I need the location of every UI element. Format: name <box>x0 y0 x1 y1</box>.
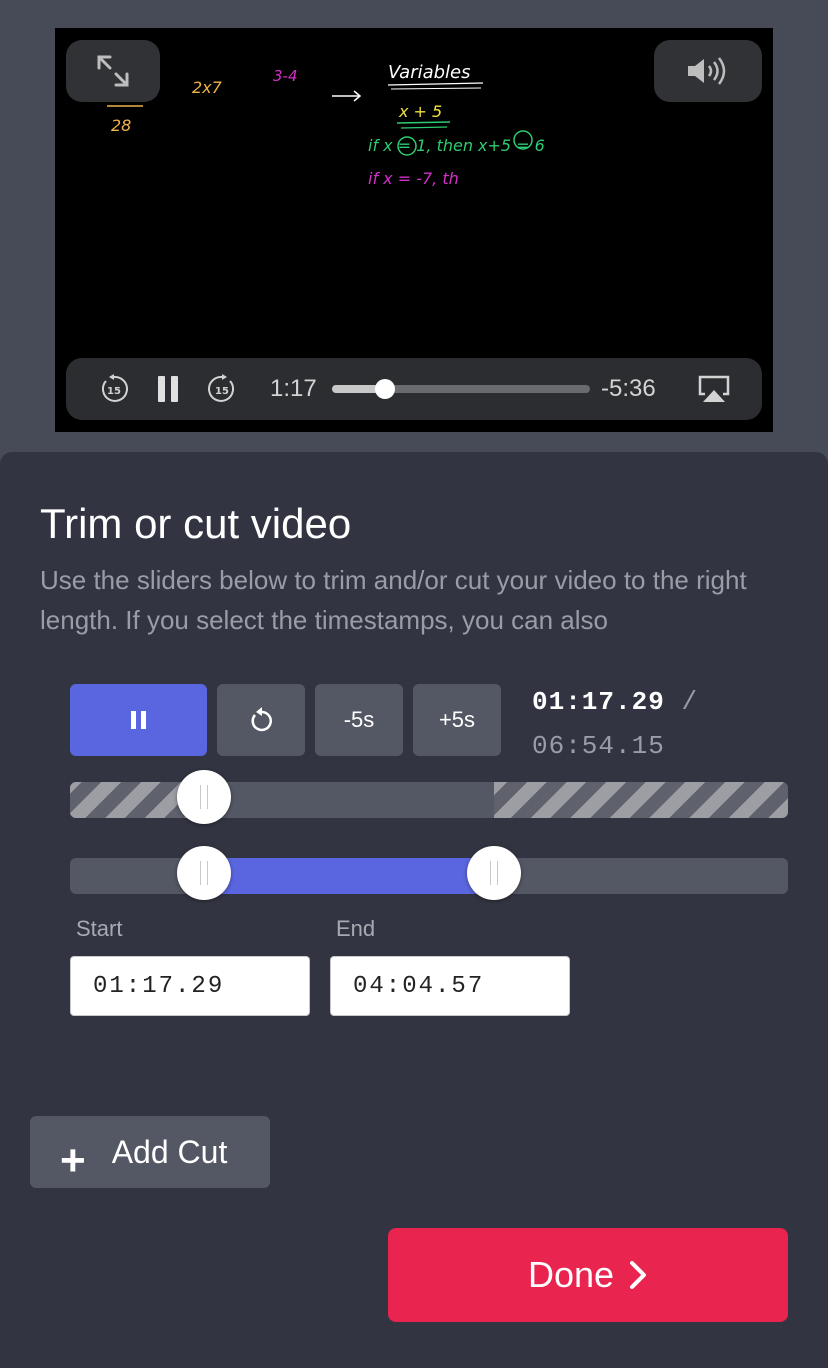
skip-forward-label: 15 <box>215 386 229 397</box>
start-time-input[interactable] <box>70 956 310 1016</box>
done-button[interactable]: Done <box>388 1228 788 1322</box>
add-cut-label: Add Cut <box>111 1133 228 1170</box>
volume-button[interactable] <box>654 40 762 102</box>
end-label: End <box>336 916 376 941</box>
volume-icon <box>688 57 726 85</box>
total-time: 06:54.15 <box>532 731 665 761</box>
board-line1-underline2 <box>400 126 448 129</box>
chevron-right-icon <box>630 1261 647 1289</box>
elapsed-time: 1:17 <box>270 375 317 402</box>
trim-start-handle[interactable] <box>177 846 232 900</box>
pause-icon <box>158 376 178 402</box>
selected-range <box>204 858 495 894</box>
skip-back-label: 15 <box>107 386 121 397</box>
board-expr: 3-4 <box>273 67 298 85</box>
expand-icon <box>97 55 129 87</box>
pause-preview-button[interactable] <box>70 684 207 756</box>
video-player[interactable]: 2x7 28 3-4 Variables x + 5 if x = 1, the… <box>55 28 773 432</box>
plus-icon: + <box>60 1136 86 1185</box>
board-line2: if x = 1, then x+5 = 6 <box>368 136 545 155</box>
end-time-input[interactable] <box>330 956 570 1016</box>
board-line1-underline <box>396 121 451 124</box>
trim-end-handle[interactable] <box>467 846 522 900</box>
skip-forward-15-icon: 15 <box>208 374 235 402</box>
skip-back-15-icon: 15 <box>101 374 128 402</box>
fullscreen-button[interactable] <box>66 40 160 102</box>
skip-back-button[interactable]: 15 <box>94 369 134 409</box>
start-label: Start <box>76 916 123 941</box>
restart-icon <box>251 707 272 732</box>
panel-description: Use the sliders below to trim and/or cut… <box>40 565 747 635</box>
trim-panel: Trim or cut video Use the sliders below … <box>0 452 828 1368</box>
pause-icon <box>130 711 146 729</box>
board-calc-bottom: 28 <box>111 116 131 135</box>
airplay-icon <box>698 375 730 402</box>
playhead-handle[interactable] <box>177 770 232 824</box>
done-label: Done <box>527 1254 615 1295</box>
board-title-underline <box>387 82 484 86</box>
plus-5s-button[interactable]: +5s <box>413 684 501 756</box>
airplay-button[interactable] <box>694 372 734 406</box>
board-arrow <box>332 90 362 102</box>
add-cut-button[interactable]: + Add Cut <box>30 1116 270 1188</box>
time-separator: / <box>681 687 699 717</box>
progress-track[interactable] <box>332 379 590 399</box>
board-title: Variables <box>388 62 471 83</box>
trimmed-region-end <box>494 782 788 818</box>
remaining-time: -5:36 <box>601 375 656 402</box>
time-readout: 01:17.29 / 06:54.15 <box>532 680 698 768</box>
board-line3: if x = -7, th <box>368 169 459 188</box>
pause-button[interactable] <box>148 369 188 409</box>
minus-5s-button[interactable]: -5s <box>315 684 403 756</box>
skip-forward-button[interactable]: 15 <box>202 369 242 409</box>
restart-button[interactable] <box>217 684 305 756</box>
player-controls-bar: 15 15 1:17 -5:36 <box>66 358 762 420</box>
progress-knob[interactable] <box>374 379 395 399</box>
board-line1: x + 5 <box>398 102 442 121</box>
panel-title: Trim or cut video <box>40 500 352 547</box>
current-time: 01:17.29 <box>532 687 665 717</box>
board-title-underline2 <box>390 87 482 90</box>
board-calc-top: 2x7 <box>192 78 223 97</box>
